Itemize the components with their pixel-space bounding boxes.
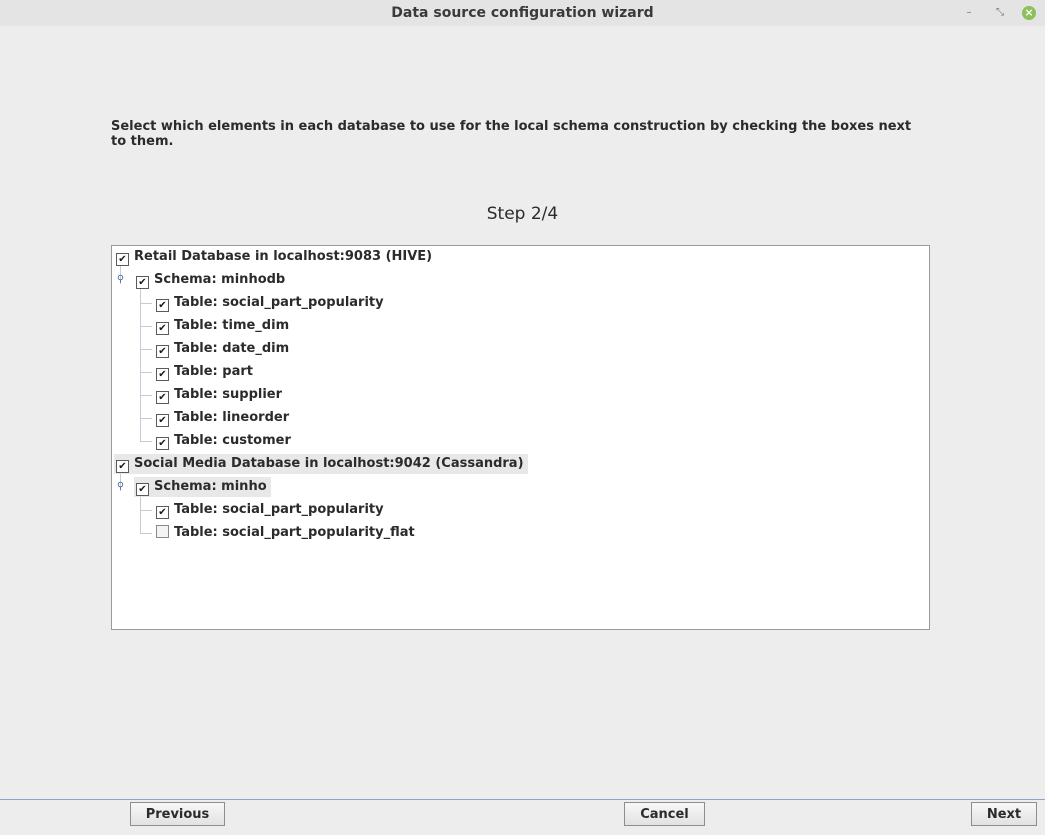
node-label: Social Media Database in localhost:9042 …	[134, 456, 524, 471]
checkbox-schema-minho[interactable]: ✔	[136, 483, 149, 496]
node-label: Table: social_part_popularity_flat	[174, 525, 415, 540]
tree-node-table[interactable]: ✔ Table: customer	[156, 431, 291, 451]
expand-handle-icon[interactable]: ⚲	[116, 274, 125, 286]
tree-line	[140, 441, 152, 442]
element-tree[interactable]: ⚲ ⚲ ✔ Retail Database in localhost:9083 (…	[111, 245, 930, 630]
checkbox-table[interactable]: ✔	[156, 368, 169, 381]
tree-line	[140, 289, 141, 442]
node-label: Table: social_part_popularity	[174, 295, 384, 310]
title-bar: Data source configuration wizard – ⤡ ×	[0, 0, 1045, 26]
checkbox-table[interactable]: ✔	[156, 299, 169, 312]
tree-line	[140, 395, 152, 396]
tree-node-social-db[interactable]: ✔ Social Media Database in localhost:9042…	[114, 454, 528, 474]
checkbox-retail-db[interactable]: ✔	[116, 253, 129, 266]
checkbox-table[interactable]: ✔	[156, 391, 169, 404]
footer-separator	[0, 799, 1045, 800]
node-label: Table: supplier	[174, 387, 283, 402]
tree-node-schema-minho[interactable]: ✔ Schema: minho	[134, 477, 271, 497]
window-title: Data source configuration wizard	[391, 5, 654, 21]
next-button[interactable]: Next	[971, 802, 1037, 826]
tree-node-table[interactable]: ✔ Table: social_part_popularity	[156, 293, 384, 313]
node-label: Schema: minhodb	[154, 272, 286, 287]
tree-line	[140, 372, 152, 373]
node-label: Table: date_dim	[174, 341, 290, 356]
node-label: Table: customer	[174, 433, 291, 448]
instructions-text: Select which elements in each database t…	[111, 119, 912, 149]
tree-node-schema-minhodb[interactable]: ✔ Schema: minhodb	[136, 270, 285, 290]
checkbox-table[interactable]: ✔	[156, 345, 169, 358]
node-label: Schema: minho	[154, 479, 267, 494]
checkbox-schema-minhodb[interactable]: ✔	[136, 276, 149, 289]
tree-node-table[interactable]: ✔ Table: part	[156, 362, 253, 382]
tree-node-table[interactable]: ✔ Table: social_part_popularity	[156, 500, 384, 520]
checkbox-table[interactable]: ✔	[156, 506, 169, 519]
maximize-icon[interactable]: ⤡	[993, 6, 1007, 20]
tree-node-table[interactable]: ✔ Table: supplier	[156, 385, 282, 405]
previous-button[interactable]: Previous	[130, 802, 225, 826]
checkbox-social-db[interactable]: ✔	[116, 460, 129, 473]
close-icon[interactable]: ×	[1022, 6, 1036, 20]
tree-line	[140, 303, 152, 304]
tree-line	[140, 510, 152, 511]
node-label: Table: social_part_popularity	[174, 502, 384, 517]
node-label: Retail Database in localhost:9083 (HIVE)	[134, 249, 433, 264]
tree-line	[140, 533, 152, 534]
minimize-icon[interactable]: –	[962, 6, 976, 20]
tree-line	[140, 326, 152, 327]
cancel-button[interactable]: Cancel	[624, 802, 705, 826]
tree-node-table[interactable]: ✔ Table: time_dim	[156, 316, 289, 336]
checkbox-table[interactable]: ✔	[156, 322, 169, 335]
tree-node-table[interactable]: ✔ Table: lineorder	[156, 408, 289, 428]
tree-node-retail-db[interactable]: ✔ Retail Database in localhost:9083 (HIVE…	[116, 247, 432, 267]
tree-node-table[interactable]: Table: social_part_popularity_flat	[156, 523, 415, 543]
node-label: Table: lineorder	[174, 410, 290, 425]
node-label: Table: part	[174, 364, 253, 379]
tree-node-table[interactable]: ✔ Table: date_dim	[156, 339, 289, 359]
checkbox-table-unchecked[interactable]	[156, 525, 169, 538]
expand-handle-icon[interactable]: ⚲	[116, 481, 125, 493]
tree-line	[140, 418, 152, 419]
checkbox-table[interactable]: ✔	[156, 414, 169, 427]
checkbox-table[interactable]: ✔	[156, 437, 169, 450]
step-label: Step 2/4	[486, 204, 559, 224]
tree-line	[140, 496, 141, 534]
tree-line	[140, 349, 152, 350]
node-label: Table: time_dim	[174, 318, 290, 333]
